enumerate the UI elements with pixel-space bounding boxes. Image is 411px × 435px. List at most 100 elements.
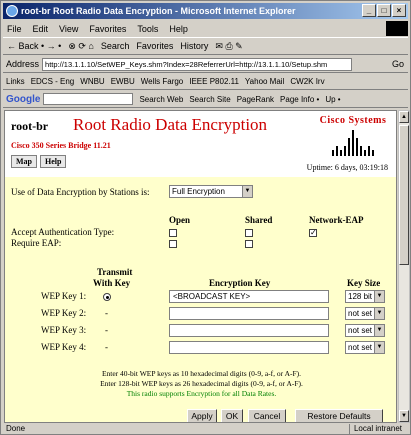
restore-defaults-button[interactable]: Restore Defaults <box>295 409 383 422</box>
require-eap-open-checkbox[interactable] <box>169 240 177 248</box>
wep-key-3-label: WEP Key 3: <box>41 325 87 335</box>
status-bar: Done Local intranet <box>3 424 408 434</box>
menu-favorites[interactable]: Favorites <box>89 24 126 34</box>
accept-auth-label: Accept Authentication Type: <box>11 227 115 237</box>
wep-key-1-transmit-radio[interactable] <box>103 293 111 301</box>
maximize-button[interactable]: □ <box>377 4 391 17</box>
help-button[interactable]: Help <box>40 155 67 168</box>
page-header: root-br Root Radio Data Encryption Cisco… <box>5 111 396 183</box>
wep-key-4-label: WEP Key 4: <box>41 342 87 352</box>
google-search-site[interactable]: Search Site <box>189 95 230 104</box>
encryption-mode-select[interactable]: Full Encryption ▼ <box>169 185 253 198</box>
use-encryption-label: Use of Data Encryption by Stations is: <box>11 187 150 197</box>
cisco-bars-icon <box>318 128 388 156</box>
wep-key-2-input[interactable] <box>169 307 329 320</box>
key-size-heading: Key Size <box>347 278 381 288</box>
chevron-down-icon: ▼ <box>374 342 384 353</box>
wep-key-3-size-select[interactable]: not set ▼ <box>345 324 385 337</box>
browser-window: root-br Root Radio Data Encryption - Mic… <box>0 0 411 435</box>
address-label: Address <box>6 59 40 69</box>
transmit-heading: Transmit <box>97 267 133 277</box>
google-search-input[interactable] <box>43 93 134 105</box>
wep-key-3-input[interactable] <box>169 324 329 337</box>
page-content: root-br Root Radio Data Encryption Cisco… <box>4 110 397 423</box>
google-logo: Google <box>6 93 41 105</box>
scroll-down-icon[interactable]: ▼ <box>399 410 409 422</box>
wep-key-4-input[interactable] <box>169 341 329 354</box>
wep-key-3-transmit: - <box>105 325 108 335</box>
link-item[interactable]: EWBU <box>111 77 135 86</box>
encryption-form: Use of Data Encryption by Stations is: F… <box>5 177 396 422</box>
mail-print-icons[interactable]: ✉ ⎙ ✎ <box>215 41 242 52</box>
cancel-button[interactable]: Cancel <box>248 409 286 422</box>
wep-key-2-label: WEP Key 2: <box>41 308 87 318</box>
google-toolbar: Google Search Web Search Site PageRank P… <box>3 91 408 108</box>
minimize-button[interactable]: _ <box>362 4 376 17</box>
link-item[interactable]: Yahoo Mail <box>245 77 284 86</box>
menu-tools[interactable]: Tools <box>137 24 158 34</box>
wep-key-2-size-select[interactable]: not set ▼ <box>345 307 385 320</box>
wep-key-4-transmit: - <box>105 342 108 352</box>
link-item[interactable]: CW2K Irv <box>290 77 324 86</box>
google-search-web[interactable]: Search Web <box>139 95 183 104</box>
close-button[interactable]: × <box>392 4 406 17</box>
stop-refresh-home-icons[interactable]: ⊗ ⟳ ⌂ <box>68 41 94 52</box>
col-network-eap: Network-EAP <box>309 215 364 225</box>
note-data-rates: This radio supports Encryption for all D… <box>126 389 277 398</box>
link-item[interactable]: IEEE P802.11 <box>189 77 239 86</box>
window-title: root-br Root Radio Data Encryption - Mic… <box>21 6 296 16</box>
security-zone: Local intranet <box>348 424 402 434</box>
chevron-down-icon: ▼ <box>374 308 384 319</box>
address-bar: Address http://13.1.1.10/SetWEP_Keys.shm… <box>3 56 408 73</box>
address-input[interactable]: http://13.1.1.10/SetWEP_Keys.shm?Index=2… <box>42 57 353 71</box>
wep-key-4-size-select[interactable]: not set ▼ <box>345 341 385 354</box>
accept-open-checkbox[interactable] <box>169 229 177 237</box>
cisco-logo-text: Cisco Systems <box>319 115 387 126</box>
history-button[interactable]: History <box>180 41 208 51</box>
map-button[interactable]: Map <box>11 155 37 168</box>
ok-button[interactable]: OK <box>221 409 243 422</box>
page-title: Root Radio Data Encryption <box>73 115 268 134</box>
menu-file[interactable]: File <box>7 24 22 34</box>
menu-bar: File Edit View Favorites Tools Help <box>3 21 408 36</box>
scroll-thumb[interactable] <box>399 125 409 265</box>
accept-network-eap-checkbox[interactable]: ✓ <box>309 229 317 237</box>
series-label: Cisco 350 Series Bridge 11.21 <box>11 141 111 150</box>
google-page-info[interactable]: Page Info • <box>280 95 319 104</box>
note-40bit: Enter 40-bit WEP keys as 10 hexadecimal … <box>101 369 302 378</box>
go-button[interactable]: Go <box>392 59 404 69</box>
chevron-down-icon: ▼ <box>242 186 252 197</box>
require-eap-shared-checkbox[interactable] <box>245 240 253 248</box>
menu-view[interactable]: View <box>59 24 78 34</box>
link-item[interactable]: Wells Fargo <box>141 77 184 86</box>
vertical-scrollbar[interactable]: ▲ ▼ <box>398 110 410 423</box>
cisco-logo: Cisco Systems <box>318 115 388 159</box>
accept-shared-checkbox[interactable] <box>245 229 253 237</box>
menu-help[interactable]: Help <box>169 24 188 34</box>
apply-button[interactable]: Apply <box>187 409 217 422</box>
toolbar: ← Back • → • ⊗ ⟳ ⌂ Search Favorites Hist… <box>3 37 408 55</box>
wep-key-2-transmit: - <box>105 308 108 318</box>
google-pagerank[interactable]: PageRank <box>237 95 274 104</box>
link-item[interactable]: WNBU <box>80 77 104 86</box>
wep-key-1-size-select[interactable]: 128 bit ▼ <box>345 290 385 303</box>
col-open: Open <box>169 215 191 225</box>
back-forward-buttons[interactable]: ← Back • → • <box>7 41 61 51</box>
chevron-down-icon: ▼ <box>374 325 384 336</box>
links-bar: Links EDCS - Eng WNBU EWBU Wells Fargo I… <box>3 74 408 90</box>
scroll-up-icon[interactable]: ▲ <box>399 111 409 123</box>
google-up[interactable]: Up • <box>325 95 340 104</box>
note-128bit: Enter 128-bit WEP keys as 26 hexadecimal… <box>100 379 303 388</box>
require-eap-label: Require EAP: <box>11 238 62 248</box>
link-item[interactable]: EDCS - Eng <box>31 77 75 86</box>
links-label: Links <box>6 77 25 86</box>
favorites-button[interactable]: Favorites <box>136 41 173 51</box>
ie-icon <box>6 5 18 17</box>
search-button[interactable]: Search <box>101 41 130 51</box>
menu-edit[interactable]: Edit <box>33 24 49 34</box>
wep-key-1-label: WEP Key 1: <box>41 291 87 301</box>
wep-key-1-input[interactable]: <BROADCAST KEY> <box>169 290 329 303</box>
col-shared: Shared <box>245 215 273 225</box>
title-bar: root-br Root Radio Data Encryption - Mic… <box>3 3 408 19</box>
router-name: root-br <box>11 119 49 133</box>
